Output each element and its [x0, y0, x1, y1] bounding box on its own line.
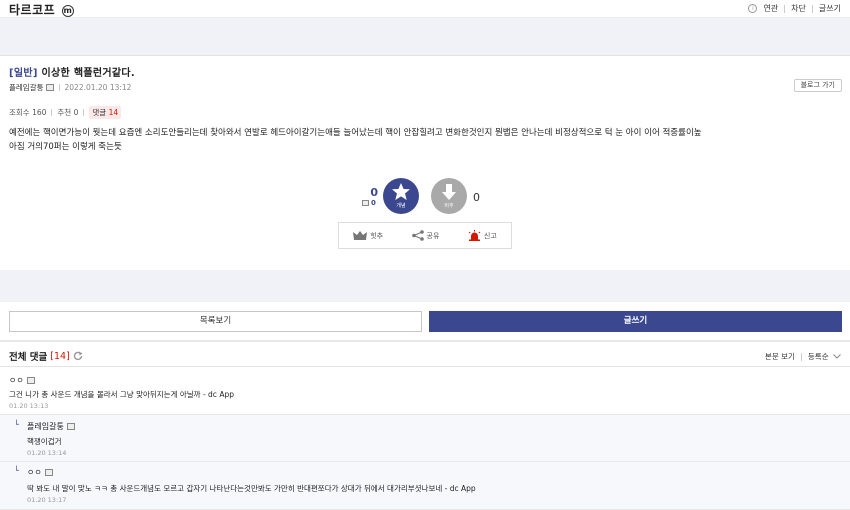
view-body-link[interactable]: 본문 보기	[765, 351, 795, 362]
comment-item: ㅇㅇ 그건 니가 총 사운드 개념을 몰라서 그냥 맞아뒤지는게 아닐까 - d…	[0, 368, 850, 415]
share-icon	[411, 230, 424, 241]
gallery-title-text[interactable]: 타르코프	[9, 3, 55, 17]
comment-date: 01.20 13:13	[9, 402, 49, 410]
post-body-line: 아짐 거의70퍼는 이렇게 죽는듯	[9, 142, 122, 152]
sort-select[interactable]: 등록순	[808, 351, 841, 362]
reply-arrow-icon: └	[14, 420, 19, 429]
divider	[784, 4, 786, 13]
gallery-title[interactable]: 타르코프 m	[9, 1, 74, 18]
best-label: 힛추	[370, 231, 384, 240]
comment-text: 딱 봐도 내 말이 맞노 ㅋㅋ 총 사운드개념도 모르고 갑자기 나타난다는것만…	[27, 484, 476, 493]
mid-gray-band	[0, 270, 850, 302]
comment-author-name[interactable]: ㅇㅇ	[9, 375, 24, 386]
fixed-nick-icon	[26, 377, 35, 384]
fixed-nick-icon	[362, 200, 369, 206]
post-title: [일반] 이상한 핵플런거같다.	[9, 64, 135, 79]
fixed-upvote-number: 0	[371, 199, 376, 207]
report-label: 신고	[483, 231, 497, 240]
upvote-label: 개념	[396, 203, 406, 209]
fixed-nick-icon	[66, 423, 75, 430]
arrow-down-icon	[442, 184, 456, 200]
comment-date: 01.20 13:17	[27, 496, 67, 504]
comments-title: 전체 댓글 [14]	[9, 349, 83, 363]
recommend-count: 추천 0	[57, 108, 79, 117]
action-bar: 힛추 공유 신고	[338, 222, 512, 249]
info-icon[interactable]: i	[748, 4, 758, 13]
comment-text: 핵쟁이겁거	[27, 437, 62, 446]
vote-area: 0 0 개념 비추 0	[0, 178, 850, 218]
downvote-count: 0	[473, 191, 480, 204]
reply-arrow-icon: └	[14, 466, 19, 475]
post-title-text: 이상한 핵플런거같다.	[41, 68, 135, 79]
blog-button[interactable]: 블로그 가기	[793, 79, 842, 92]
fixed-upvote-count: 0	[362, 199, 376, 207]
post-header: [일반] 이상한 핵플런거같다. 플레임갈퉁 2022.01.20 13:12 …	[0, 55, 850, 98]
downvote-button[interactable]: 비추	[431, 178, 467, 214]
comment-date: 01.20 13:14	[27, 449, 67, 457]
top-gray-band	[0, 18, 850, 55]
comments-title-text: 전체 댓글	[9, 352, 48, 363]
comment-author: ㅇㅇ	[27, 467, 53, 478]
related-link[interactable]: 연관	[763, 3, 778, 14]
post-stats: 조회수 160 추천 0 댓글 14	[9, 106, 122, 119]
siren-icon	[468, 230, 481, 241]
comment-count-number: 14	[108, 108, 119, 117]
minor-gallery-badge-icon: m	[61, 5, 74, 17]
comment-count-badge[interactable]: 댓글 14	[89, 106, 122, 119]
fixed-nick-icon	[44, 469, 53, 476]
post-body-line: 예전에는 핵이면가능이 뭣는데 요즘엔 소리도안들리는데 찾아와서 연발로 헤드…	[9, 128, 702, 138]
reply-item: └ 플레임갈퉁 핵쟁이겁거 01.20 13:14	[0, 415, 850, 462]
comment-author: ㅇㅇ	[9, 375, 35, 386]
comments-total-count: [14]	[50, 350, 70, 362]
view-count: 조회수 160	[9, 108, 47, 117]
top-write-link[interactable]: 글쓰기	[819, 3, 841, 14]
comment-author: 플레임갈퉁	[27, 421, 75, 432]
comment-author-name[interactable]: ㅇㅇ	[27, 467, 42, 478]
post-body: 예전에는 핵이면가능이 뭣는데 요즘엔 소리도안들리는데 찾아와서 연발로 헤드…	[9, 126, 841, 154]
post-author[interactable]: 플레임갈퉁	[9, 82, 44, 93]
comment-author-name[interactable]: 플레임갈퉁	[27, 421, 64, 432]
write-button[interactable]: 글쓰기	[429, 311, 842, 332]
divider	[58, 84, 60, 91]
star-icon	[392, 183, 410, 200]
sort-select-value: 등록순	[807, 352, 829, 361]
refresh-icon[interactable]	[73, 351, 83, 361]
share-label: 공유	[426, 231, 440, 240]
top-bar: 타르코프 m i 연관 차단 글쓰기	[0, 0, 850, 18]
divider	[51, 109, 53, 116]
reply-item: └ ㅇㅇ 딱 봐도 내 말이 맞노 ㅋㅋ 총 사운드개념도 모르고 갑자기 나타…	[0, 462, 850, 510]
comment-text: 그건 니가 총 사운드 개념을 몰라서 그냥 맞아뒤지는게 아닐까 - dc A…	[9, 390, 234, 399]
best-button[interactable]: 힛추	[353, 231, 383, 241]
block-link[interactable]: 차단	[791, 3, 806, 14]
comment-count-label: 댓글	[92, 108, 107, 117]
top-actions: i 연관 차단 글쓰기	[748, 3, 841, 14]
chevron-down-icon	[833, 354, 841, 359]
report-button[interactable]: 신고	[468, 230, 497, 241]
divider	[83, 109, 85, 116]
crown-icon	[353, 231, 368, 240]
divider	[811, 4, 813, 13]
downvote-label: 비추	[444, 203, 454, 209]
comments-controls: 본문 보기 등록순	[765, 351, 841, 362]
author-row: 플레임갈퉁 2022.01.20 13:12	[9, 82, 131, 93]
post-date: 2022.01.20 13:12	[64, 83, 132, 92]
post-category: [일반]	[9, 68, 38, 79]
upvote-count: 0	[370, 186, 378, 199]
comments-header: 전체 댓글 [14] 본문 보기 등록순	[0, 340, 850, 367]
divider	[800, 352, 802, 361]
upvote-button[interactable]: 개념	[383, 178, 419, 214]
fixed-nick-icon	[45, 84, 54, 91]
list-button[interactable]: 목록보기	[9, 311, 422, 332]
share-button[interactable]: 공유	[411, 230, 440, 241]
